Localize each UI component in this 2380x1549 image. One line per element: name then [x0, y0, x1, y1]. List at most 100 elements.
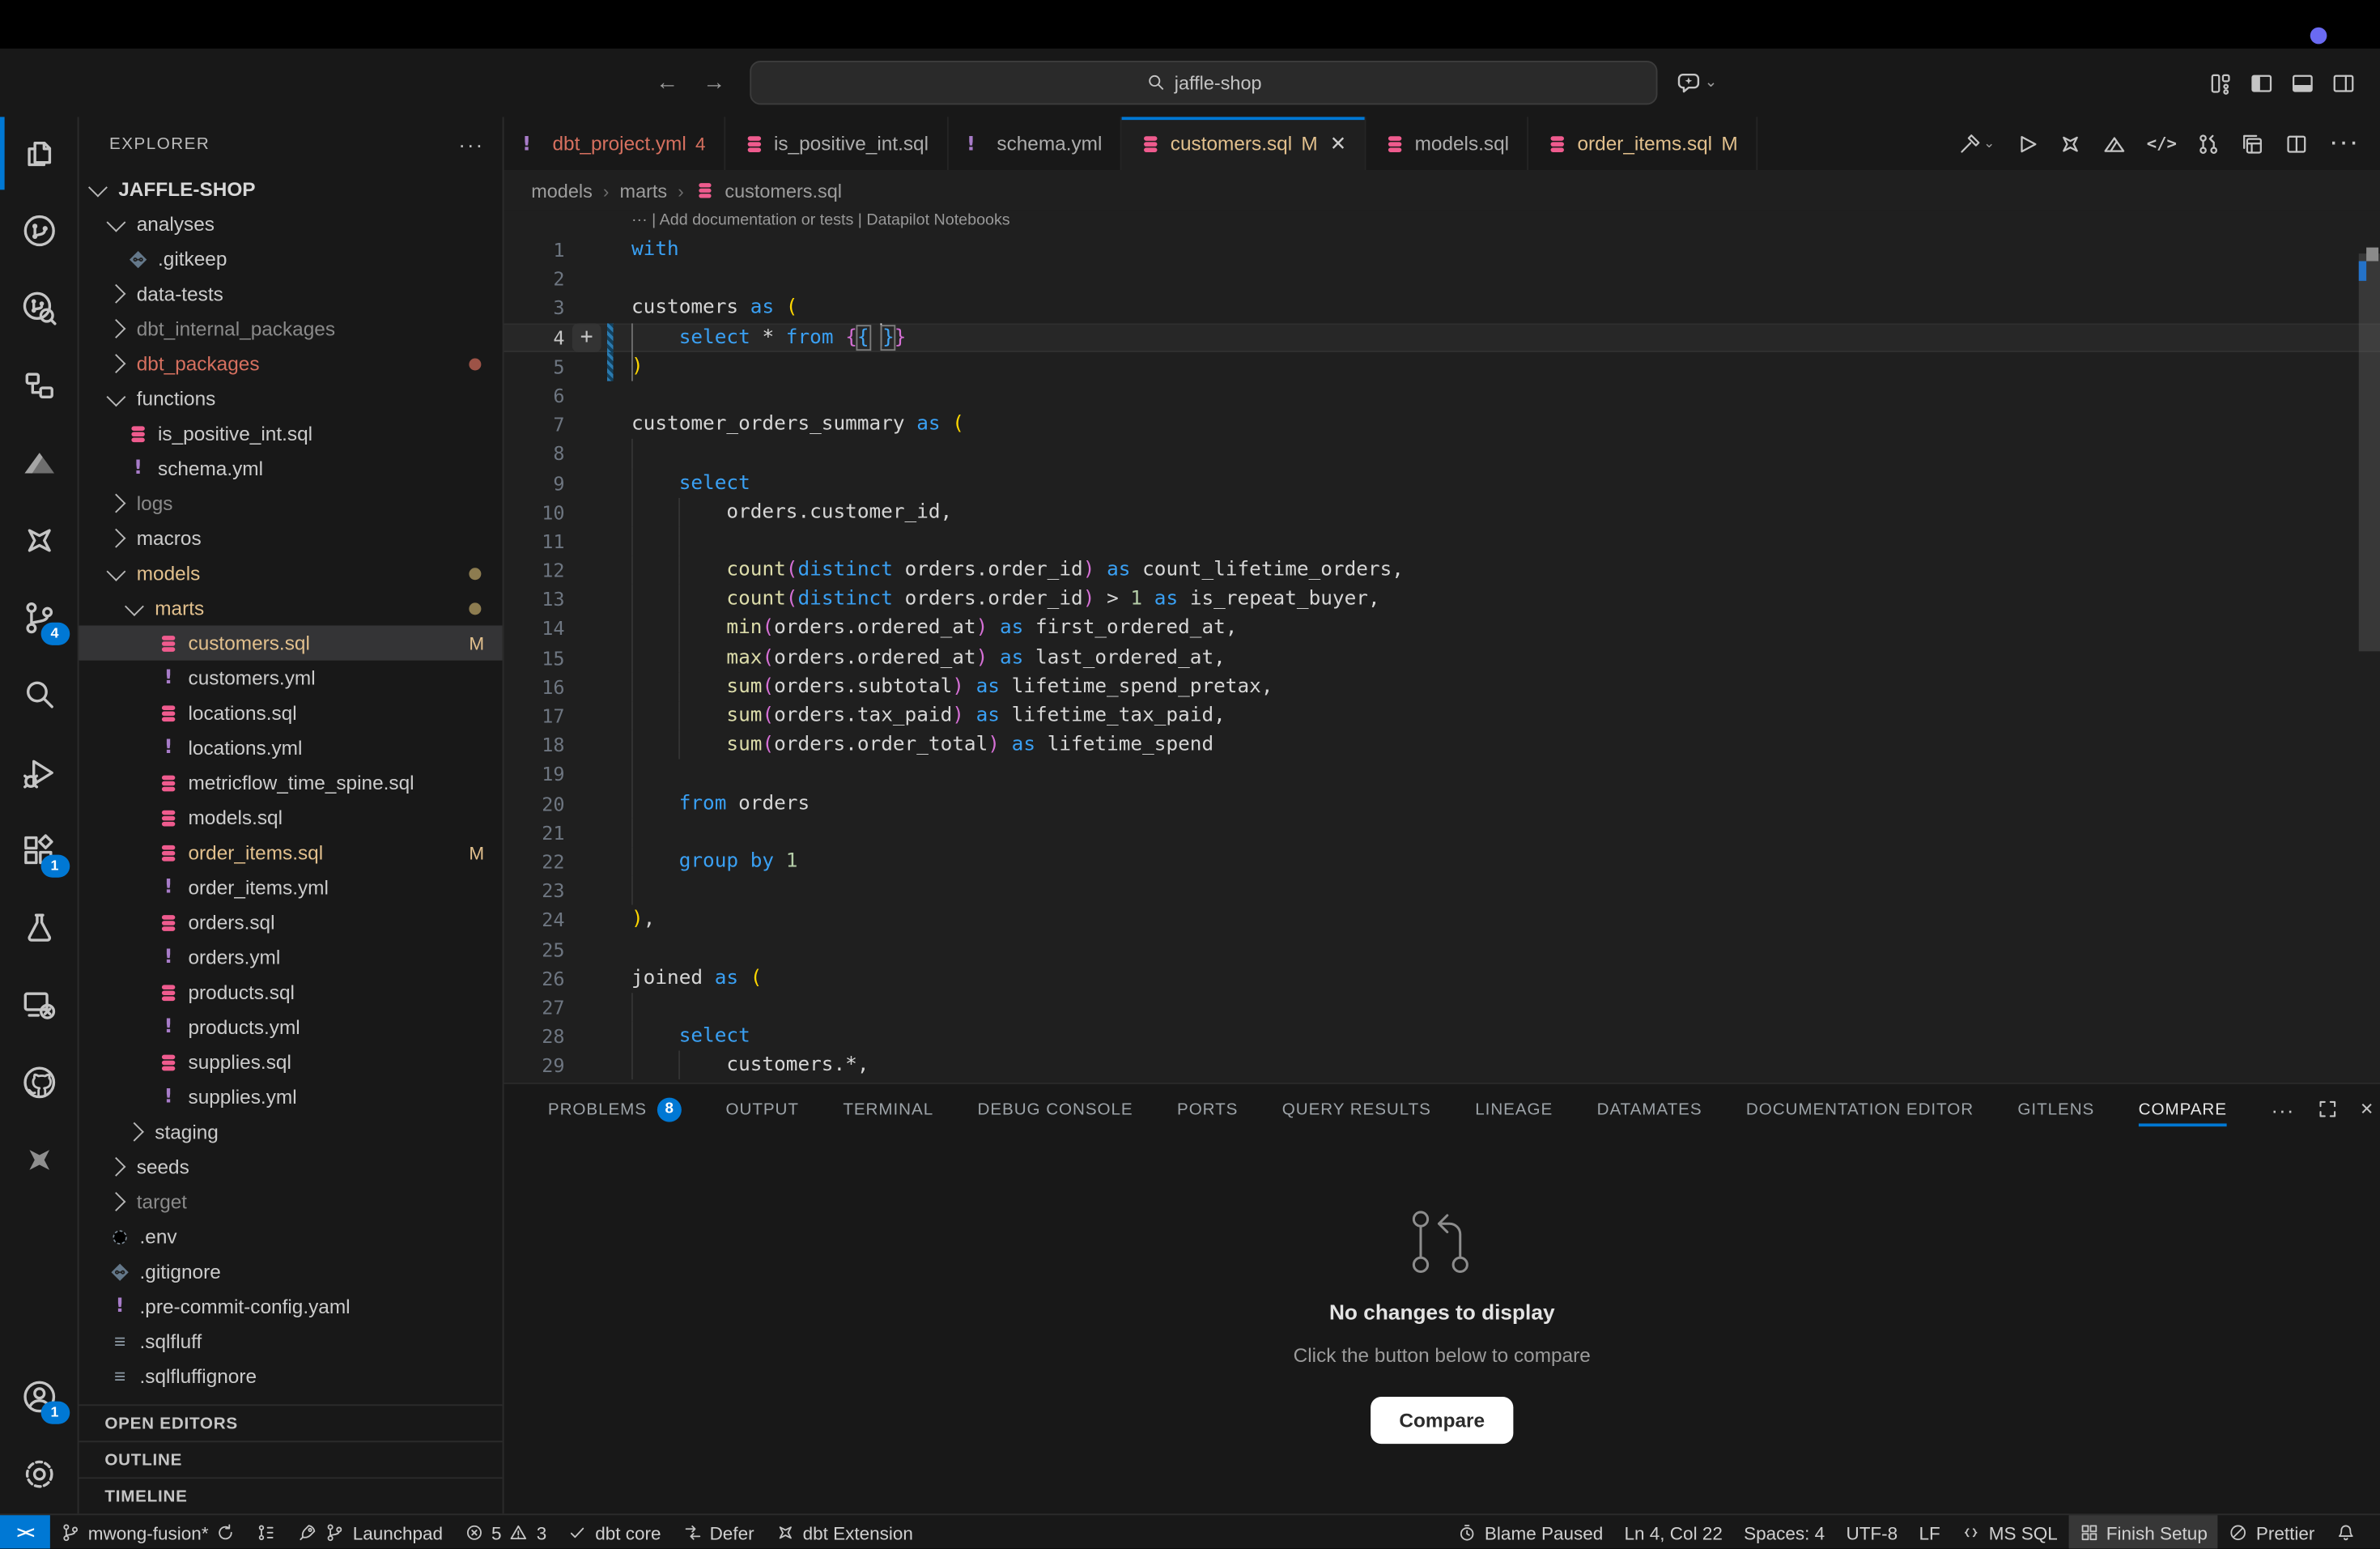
tree-file-orders-yml[interactable]: !orders.yml — [79, 940, 503, 975]
panel-close-icon[interactable]: ✕ — [2360, 1100, 2374, 1119]
tree-file--gitkeep[interactable]: .gitkeep — [79, 241, 503, 276]
cursor-position[interactable]: Ln 4, Col 22 — [1613, 1515, 1733, 1548]
encoding[interactable]: UTF-8 — [1835, 1515, 1908, 1548]
scrollbar-thumb[interactable] — [2359, 253, 2380, 651]
activity-item-dbt-star-filled[interactable] — [18, 1138, 61, 1181]
activity-item-lineage[interactable] — [18, 364, 61, 407]
panel-tab-output[interactable]: OUTPUT — [726, 1084, 799, 1134]
tree-folder-target[interactable]: target — [79, 1185, 503, 1219]
activity-item-gitlens[interactable] — [18, 287, 61, 330]
play-icon[interactable] — [2015, 131, 2039, 155]
tab-order-items-sql[interactable]: order_items.sqlM — [1528, 117, 1757, 170]
code-line-28[interactable]: 28 select — [504, 1022, 2380, 1051]
tree-file-products-sql[interactable]: products.sql — [79, 975, 503, 1010]
tree-file--env[interactable]: .env — [79, 1219, 503, 1254]
defer-status[interactable]: Defer — [672, 1515, 765, 1548]
activity-item-extensions[interactable]: 1 — [18, 829, 61, 872]
code-icon[interactable]: </> — [2147, 134, 2177, 153]
code-line-6[interactable]: 6 — [504, 381, 2380, 411]
code-line-2[interactable]: 2 — [504, 265, 2380, 294]
tree-file--pre-commit-config-yaml[interactable]: !.pre-commit-config.yaml — [79, 1289, 503, 1324]
code-line-14[interactable]: 14 min(orders.ordered_at) as first_order… — [504, 614, 2380, 643]
code-line-7[interactable]: 7customer_orders_summary as ( — [504, 410, 2380, 439]
panel-bottom-icon[interactable] — [2290, 70, 2314, 95]
code-line-15[interactable]: 15 max(orders.ordered_at) as last_ordere… — [504, 643, 2380, 672]
tree-file--gitignore[interactable]: .gitignore — [79, 1254, 503, 1289]
tree-file-products-yml[interactable]: !products.yml — [79, 1010, 503, 1045]
tree-folder-dbt-packages[interactable]: dbt_packages — [79, 347, 503, 381]
activity-item-debug[interactable] — [18, 751, 61, 794]
layout-customize-icon[interactable] — [2208, 70, 2233, 95]
tree-folder-analyses[interactable]: analyses — [79, 206, 503, 241]
tree-file-models-sql[interactable]: models.sql — [79, 800, 503, 835]
panel-tab-problems[interactable]: PROBLEMS8 — [548, 1084, 682, 1134]
sidebar-section-open-editors[interactable]: OPEN EDITORS — [79, 1404, 503, 1440]
tree-folder-seeds[interactable]: seeds — [79, 1149, 503, 1184]
code-line-24[interactable]: 24), — [504, 905, 2380, 934]
tab-is-positive-int-sql[interactable]: is_positive_int.sql — [725, 117, 948, 170]
problems-status[interactable]: 53 — [453, 1515, 557, 1548]
tab-dbt-project-yml[interactable]: !dbt_project.yml4 — [504, 117, 725, 170]
datapilot-outline-icon[interactable] — [2102, 131, 2127, 155]
tree-folder-jaffle-shop[interactable]: JAFFLE-SHOP — [79, 172, 503, 206]
git-branch-status[interactable]: mwong-fusion* — [50, 1515, 247, 1548]
editor-scrollbar[interactable] — [2359, 211, 2380, 1083]
code-line-21[interactable]: 21 — [504, 818, 2380, 847]
tree-file-supplies-yml[interactable]: !supplies.yml — [79, 1079, 503, 1114]
code-line-12[interactable]: 12 count(distinct orders.order_id) as co… — [504, 555, 2380, 585]
tree-file-supplies-sql[interactable]: supplies.sql — [79, 1045, 503, 1079]
hammer-action[interactable]: ⌄ — [1957, 131, 1995, 155]
tree-folder-marts[interactable]: marts — [79, 590, 503, 625]
code-editor[interactable]: ··· | Add documentation or tests | Datap… — [504, 211, 2380, 1083]
sidebar-section-timeline[interactable]: TIMELINE — [79, 1477, 503, 1513]
code-line-10[interactable]: 10 orders.customer_id, — [504, 497, 2380, 526]
activity-item-beaker[interactable] — [18, 906, 61, 949]
expand-icon[interactable] — [2316, 1098, 2339, 1121]
breadcrumb-item[interactable]: marts — [620, 180, 668, 201]
code-line-19[interactable]: 19 — [504, 760, 2380, 789]
compare-button[interactable]: Compare — [1371, 1396, 1514, 1443]
tree-file-metricflow-time-spine-sql[interactable]: metricflow_time_spine.sql — [79, 765, 503, 800]
scm-graph-status[interactable] — [246, 1515, 287, 1548]
eol[interactable]: LF — [1908, 1515, 1951, 1548]
tree-folder-functions[interactable]: functions — [79, 381, 503, 416]
tree-file-order-items-sql[interactable]: order_items.sqlM — [79, 835, 503, 870]
pr-loop-icon[interactable] — [2196, 131, 2221, 155]
more-icon[interactable]: ··· — [2328, 134, 2358, 153]
breadcrumb-item[interactable]: models — [531, 180, 593, 201]
code-line-26[interactable]: 26joined as ( — [504, 964, 2380, 993]
activity-item-github[interactable] — [18, 1062, 61, 1104]
codelens-actions[interactable]: ··· | Add documentation or tests | Datap… — [504, 211, 2380, 236]
tree-folder-logs[interactable]: logs — [79, 486, 503, 521]
panel-more-icon[interactable]: ··· — [2271, 1097, 2294, 1121]
code-line-13[interactable]: 13 count(distinct orders.order_id) > 1 a… — [504, 585, 2380, 614]
activity-item-files[interactable] — [18, 132, 61, 175]
breadcrumb-item[interactable]: customers.sql — [725, 180, 842, 201]
activity-item-datapilot[interactable] — [18, 442, 61, 485]
tab-models-sql[interactable]: models.sql — [1366, 117, 1529, 170]
tree-folder-data-tests[interactable]: data-tests — [79, 276, 503, 311]
split-editor-icon[interactable] — [2284, 131, 2309, 155]
dbt-core-status[interactable]: dbt core — [557, 1515, 671, 1548]
close-icon[interactable]: ✕ — [1330, 131, 1346, 155]
code-line-25[interactable]: 25 — [504, 934, 2380, 964]
code-line-1[interactable]: 1with — [504, 236, 2380, 265]
activity-item-search[interactable] — [18, 674, 61, 717]
tree-file--sqlfluff[interactable]: ≡.sqlfluff — [79, 1324, 503, 1359]
panel-tab-terminal[interactable]: TERMINAL — [843, 1084, 933, 1134]
tree-file-is-positive-int-sql[interactable]: is_positive_int.sql — [79, 416, 503, 451]
add-action-button[interactable]: + — [572, 323, 601, 352]
tree-folder-staging[interactable]: staging — [79, 1114, 503, 1149]
launchpad-status[interactable]: Launchpad — [287, 1515, 453, 1548]
code-line-4[interactable]: 4+ select * from {{ }} — [504, 323, 2380, 352]
tree-folder-models[interactable]: models — [79, 555, 503, 590]
breadcrumb[interactable]: models›marts›customers.sql — [504, 170, 2380, 211]
code-line-9[interactable]: 9 select — [504, 468, 2380, 497]
tree-folder-macros[interactable]: macros — [79, 521, 503, 555]
code-line-17[interactable]: 17 sum(orders.tax_paid) as lifetime_tax_… — [504, 701, 2380, 730]
code-line-11[interactable]: 11 — [504, 526, 2380, 555]
panel-tab-documentation-editor[interactable]: DOCUMENTATION EDITOR — [1746, 1084, 1974, 1134]
back-button[interactable]: ← — [656, 70, 678, 96]
panel-tab-compare[interactable]: COMPARE — [2139, 1084, 2227, 1134]
sidebar-left-icon[interactable] — [2250, 70, 2274, 95]
